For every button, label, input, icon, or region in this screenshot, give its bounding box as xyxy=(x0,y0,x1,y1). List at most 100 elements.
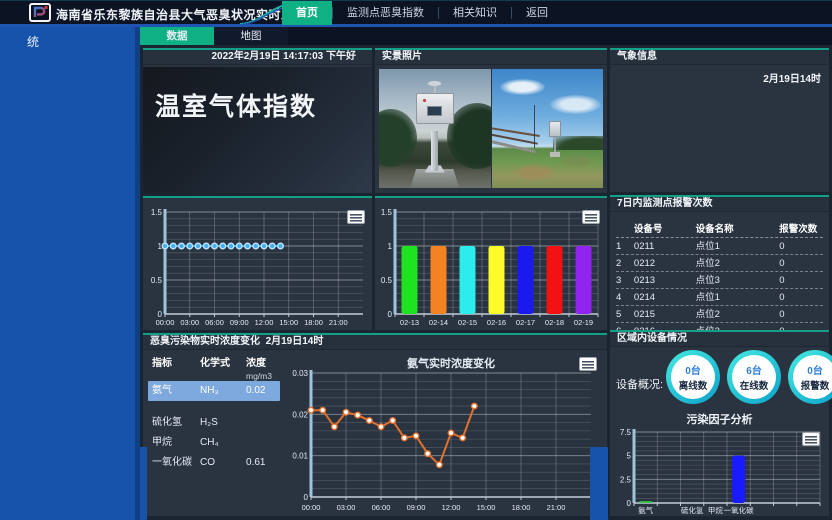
app-logo-icon xyxy=(29,3,51,22)
svg-text:7.5: 7.5 xyxy=(620,428,632,437)
odor-value: 0.61 xyxy=(246,453,278,473)
odor-name: 硫化氢 xyxy=(148,413,200,433)
chart-menu-icon[interactable] xyxy=(802,432,820,446)
sidebar-title-fragment: 统 xyxy=(27,33,39,50)
svg-text:02-15: 02-15 xyxy=(458,318,477,327)
svg-text:02-19: 02-19 xyxy=(574,318,593,327)
table-row: 10211点位10 xyxy=(616,238,823,255)
factor-chart: 02.557.5氨气硫化氢甲烷一氧化碳 xyxy=(614,428,824,520)
greeting-panel: 2022年2月19日 14:17:03 下午好 温室气体指数 xyxy=(143,48,372,193)
alarm-cell: 0 xyxy=(779,272,823,288)
alarm-table-header: 设备号设备名称报警次数 xyxy=(616,221,823,238)
dashboard-root: 海南省乐东黎族自治县大气恶臭状况实时发布系 首页监测点恶臭指数相关知识返回 统 … xyxy=(0,0,832,520)
svg-text:一氧化碳: 一氧化碳 xyxy=(724,505,754,515)
alarm-col-index xyxy=(616,221,634,237)
device-stat-circle-0: 0台离线数 xyxy=(666,350,720,404)
device-stat-inner: 0台报警数 xyxy=(793,355,832,399)
odor-row[interactable]: 一氧化碳CO0.61 xyxy=(148,453,280,473)
odor-formula: NH₃ xyxy=(200,381,246,401)
svg-text:0.03: 0.03 xyxy=(292,369,308,378)
svg-text:02-16: 02-16 xyxy=(487,318,506,327)
ammonia-chart: 00.010.020.0300:0003:0006:0009:0012:0015… xyxy=(283,353,601,518)
device-stats: 0台离线数6台在线数0台报警数 xyxy=(666,350,832,404)
greenhouse-index-title: 温室气体指数 xyxy=(155,87,317,123)
table-row: 30213点位30 xyxy=(616,272,823,289)
device-stat-circle-2: 0台报警数 xyxy=(788,350,832,404)
svg-text:0: 0 xyxy=(304,493,309,502)
alarm-cell: 0215 xyxy=(634,306,696,322)
odor-row[interactable]: 硫化氢H₂S xyxy=(148,413,280,433)
svg-text:硫化氢: 硫化氢 xyxy=(681,505,704,515)
odor-col-header: 化学式 xyxy=(200,358,246,381)
alarm-cell: 0212 xyxy=(634,255,696,271)
alarm-table: 设备号设备名称报警次数10211点位1020212点位2030213点位3040… xyxy=(616,221,823,340)
alarm-cell: 0 xyxy=(779,289,823,305)
svg-text:02-14: 02-14 xyxy=(429,318,448,327)
odor-formula: H₂S xyxy=(200,413,246,433)
alarm-col-header: 报警次数 xyxy=(779,221,823,237)
alarm-cell: 点位1 xyxy=(696,289,780,305)
alarm-cell: 点位2 xyxy=(696,306,780,322)
odor-row[interactable]: 氨气NH₃0.02 xyxy=(148,381,280,401)
svg-text:12:00: 12:00 xyxy=(255,318,274,327)
alarm-cell: 0211 xyxy=(634,238,696,254)
alarm-cell: 0213 xyxy=(634,272,696,288)
svg-text:0.01: 0.01 xyxy=(292,452,308,461)
odor-value: 0.02 xyxy=(246,381,278,401)
svg-text:06:00: 06:00 xyxy=(205,318,224,327)
odor-indicator-table: 指标化学式浓度mg/m3氨气NH₃0.02硫化氢H₂S甲烷CH₄一氧化碳CO0.… xyxy=(148,357,280,473)
main-nav: 首页监测点恶臭指数相关知识返回 xyxy=(282,1,562,25)
device-stat-count: 0台 xyxy=(685,362,701,377)
alarm-cell: 5 xyxy=(616,306,634,322)
photos-panel: 实景照片 xyxy=(375,48,607,193)
odor-row[interactable]: 甲烷CH₄ xyxy=(148,433,280,453)
weather-panel: 气象信息 2月19日14时 xyxy=(610,48,829,192)
svg-text:00:00: 00:00 xyxy=(156,318,175,327)
chart-menu-icon[interactable] xyxy=(582,210,600,224)
device-stat-circle-1: 6台在线数 xyxy=(727,350,781,404)
alarm-cell: 0 xyxy=(779,238,823,254)
device-stat-inner: 0台离线数 xyxy=(671,355,715,399)
alarm-cell: 点位1 xyxy=(696,238,780,254)
nav-item-2[interactable]: 相关知识 xyxy=(439,1,511,25)
odor-name: 一氧化碳 xyxy=(148,453,200,473)
pollution-analysis-title: 污染因子分析 xyxy=(610,411,829,427)
alarm-cell: 4 xyxy=(616,289,634,305)
photo-strip xyxy=(379,69,603,188)
daily-bars-panel: 00.511.502-1302-1402-1502-1602-1702-1802… xyxy=(375,196,607,330)
device-stat-label: 离线数 xyxy=(679,378,708,392)
odor-value xyxy=(246,413,278,433)
chart-menu-icon[interactable] xyxy=(579,357,597,371)
device-stat-label: 报警数 xyxy=(801,378,830,392)
greeting-datetime: 2022年2月19日 14:17:03 下午好 xyxy=(143,50,372,65)
svg-text:0.5: 0.5 xyxy=(381,276,393,285)
svg-text:15:00: 15:00 xyxy=(279,318,298,327)
nav-item-1[interactable]: 监测点恶臭指数 xyxy=(333,1,438,25)
svg-text:03:00: 03:00 xyxy=(337,503,356,512)
alarm-cell: 0 xyxy=(779,306,823,322)
top-navbar: 海南省乐东黎族自治县大气恶臭状况实时发布系 首页监测点恶臭指数相关知识返回 xyxy=(0,0,832,24)
nav-item-0[interactable]: 首页 xyxy=(282,1,332,25)
alarm-col-header: 设备号 xyxy=(634,221,696,237)
nav-item-3[interactable]: 返回 xyxy=(512,1,562,25)
device-stat-count: 0台 xyxy=(807,362,823,377)
tab-1[interactable]: 地图 xyxy=(214,27,288,45)
svg-text:氨气实时浓度变化: 氨气实时浓度变化 xyxy=(407,356,495,370)
svg-text:00:00: 00:00 xyxy=(302,503,321,512)
svg-text:0: 0 xyxy=(388,310,393,319)
svg-text:甲烷: 甲烷 xyxy=(708,505,723,515)
tab-0[interactable]: 数据 xyxy=(140,27,214,45)
svg-text:18:00: 18:00 xyxy=(512,503,531,512)
odor-name: 氨气 xyxy=(148,381,200,401)
svg-text:12:00: 12:00 xyxy=(442,503,461,512)
left-sidebar: 统 xyxy=(0,27,140,520)
chart-menu-icon[interactable] xyxy=(347,210,365,224)
alarm-cell: 点位3 xyxy=(696,272,780,288)
svg-text:21:00: 21:00 xyxy=(547,503,566,512)
svg-text:0.02: 0.02 xyxy=(292,410,308,419)
devices-panel: 区域内设备情况 设备概况: 0台离线数6台在线数0台报警数 污染因子分析 02.… xyxy=(610,330,829,516)
svg-text:06:00: 06:00 xyxy=(372,503,391,512)
svg-text:21:00: 21:00 xyxy=(329,318,348,327)
svg-text:02-13: 02-13 xyxy=(400,318,419,327)
alarm-cell: 1 xyxy=(616,238,634,254)
